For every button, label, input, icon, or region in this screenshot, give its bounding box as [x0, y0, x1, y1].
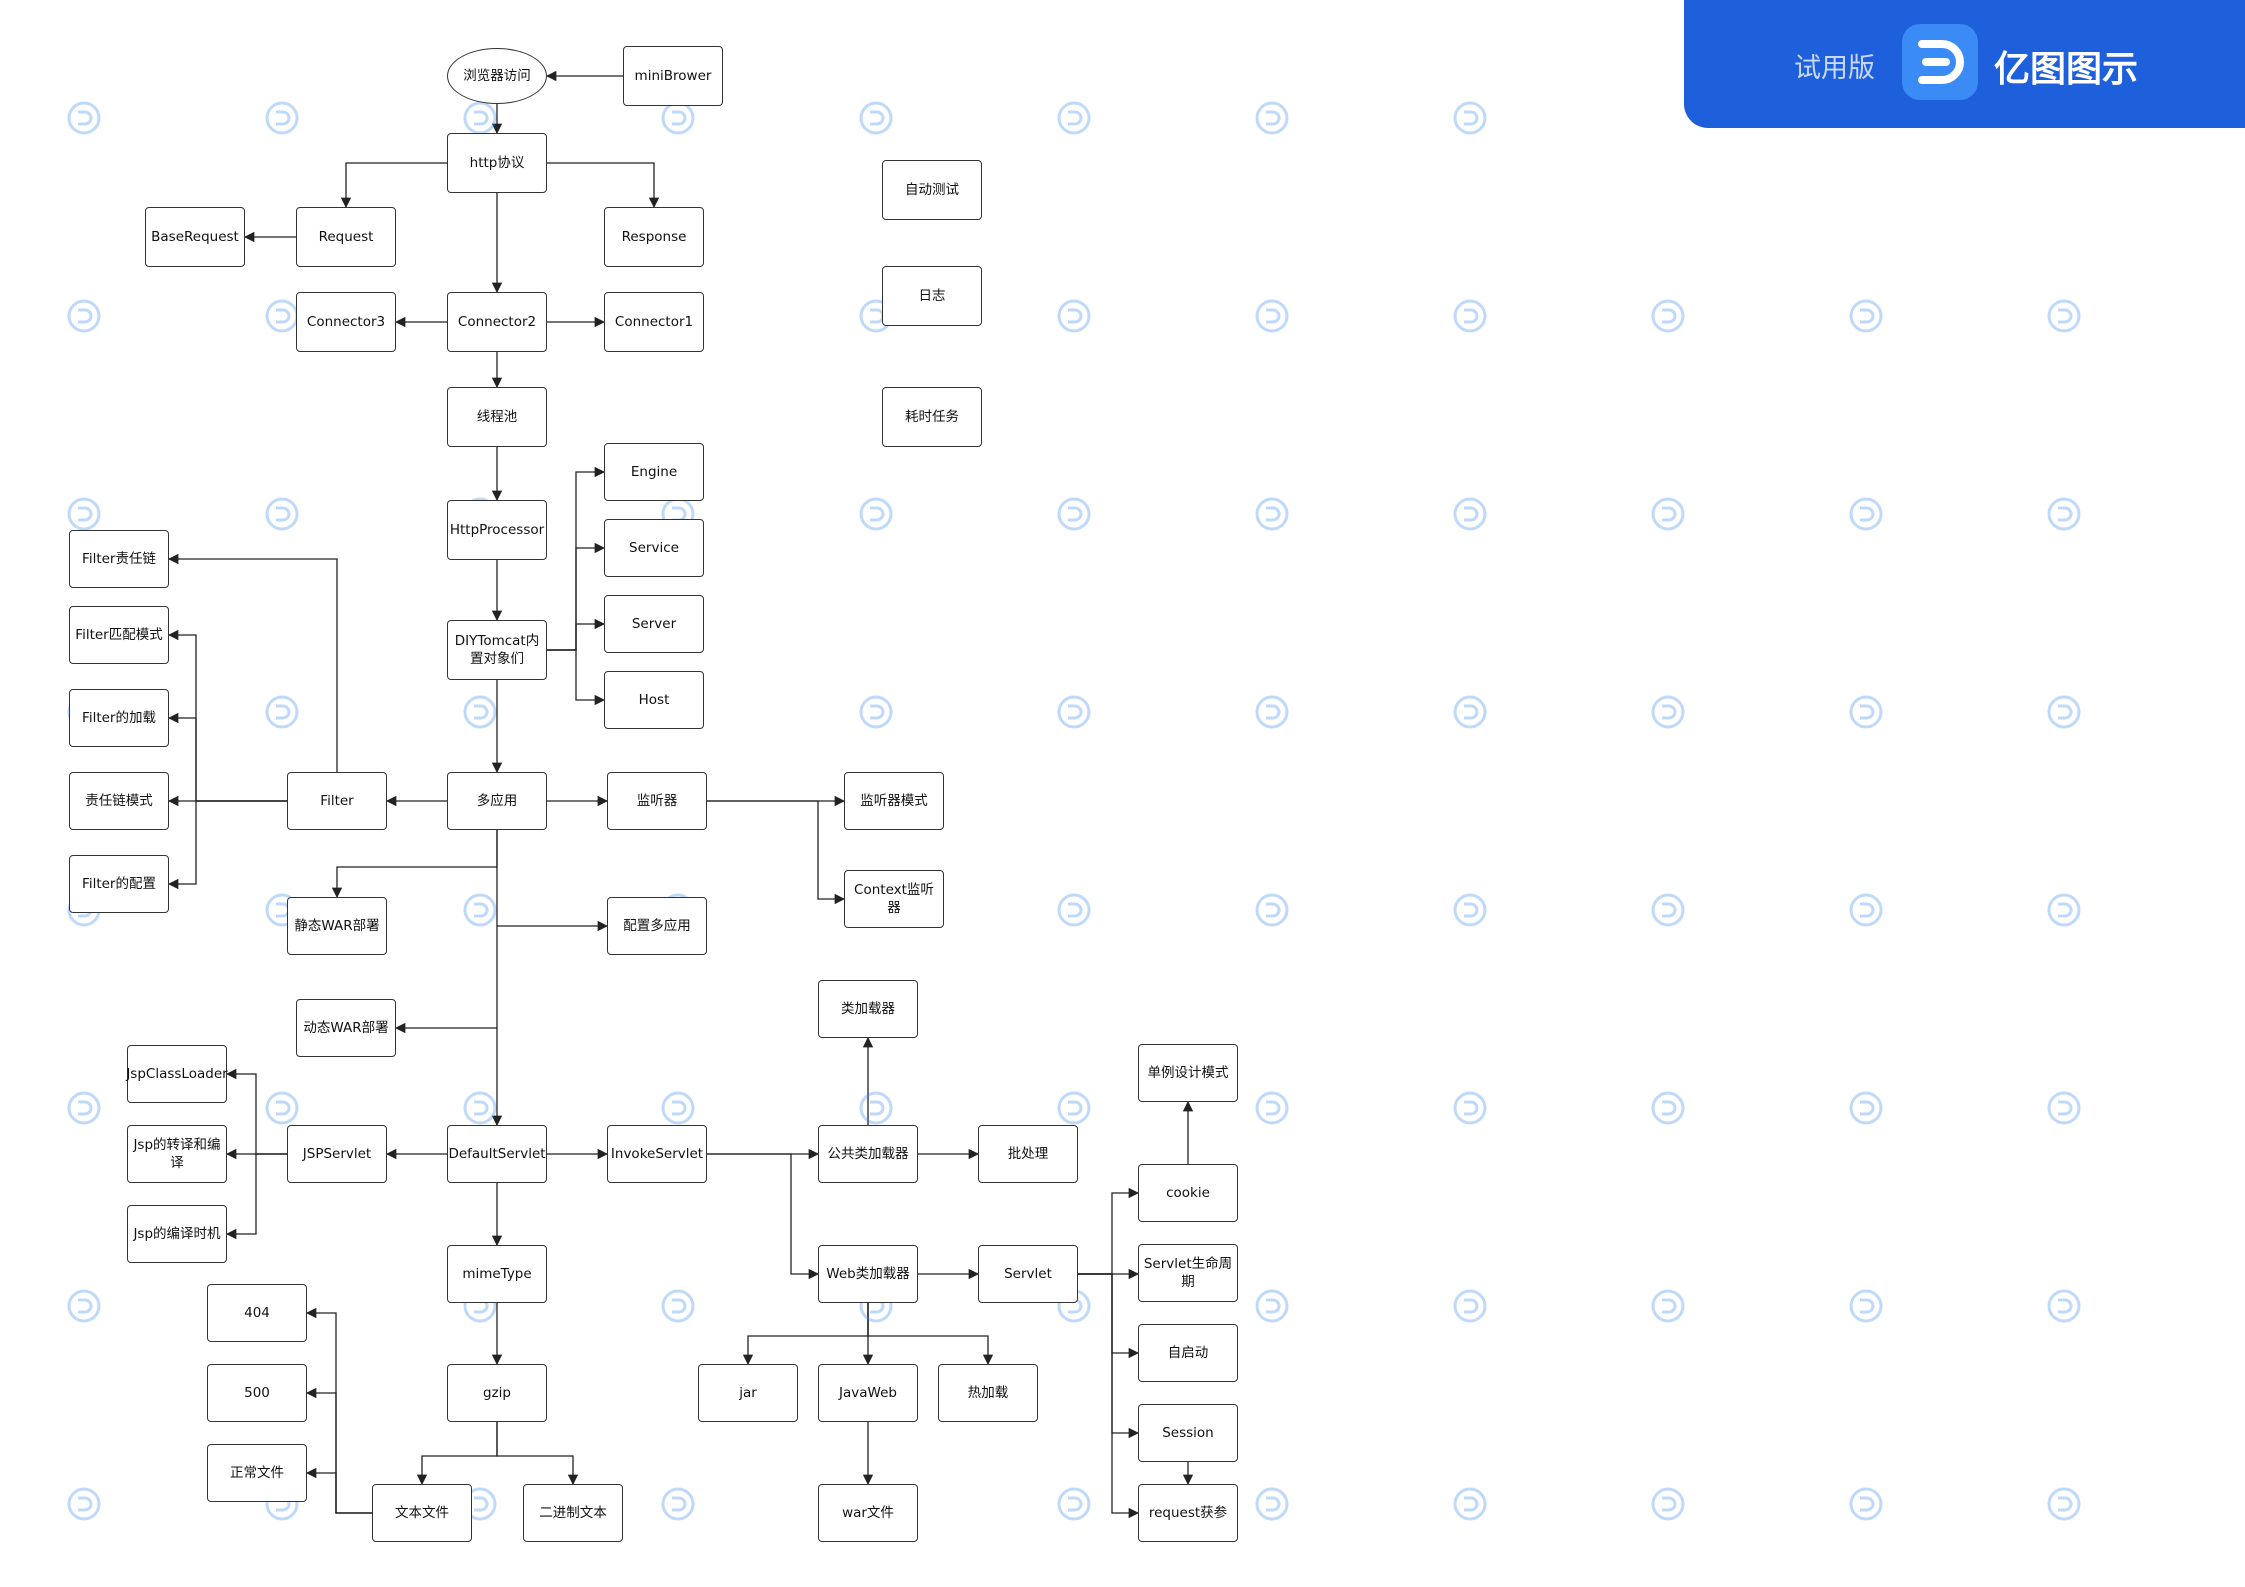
node-dynamicWar[interactable]: 动态WAR部署 [296, 999, 396, 1057]
node-listenerPattern[interactable]: 监听器模式 [844, 772, 944, 830]
node-invokeServlet[interactable]: InvokeServlet [607, 1125, 707, 1183]
edge-textFile-to-normalFile [305, 1467, 372, 1514]
edge-filter-to-filterLoad [167, 712, 287, 802]
node-connector3[interactable]: Connector3 [296, 292, 396, 352]
node-jspTranslate[interactable]: Jsp的转译和编 译 [127, 1125, 227, 1183]
edge-diyTomcat-to-server [547, 618, 606, 651]
edge-http-to-request [340, 162, 447, 209]
node-staticWar[interactable]: 静态WAR部署 [287, 897, 387, 955]
edge-webLoader-to-hotLoad [867, 1303, 994, 1366]
edge-diyTomcat-to-host [547, 649, 606, 706]
node-requestParam[interactable]: request获参 [1138, 1484, 1238, 1542]
edge-textFile-to-e404 [305, 1307, 372, 1514]
node-e404[interactable]: 404 [207, 1284, 307, 1342]
node-javaWeb[interactable]: JavaWeb [818, 1364, 918, 1422]
node-miniBrower[interactable]: miniBrower [623, 46, 723, 106]
node-jspCompileTime[interactable]: Jsp的编译时机 [127, 1205, 227, 1263]
node-diyTomcat[interactable]: DIYTomcat内 置对象们 [447, 620, 547, 680]
edge-jspServlet-to-jspCompileTime [225, 1153, 287, 1240]
edge-filter-to-filterConfig [167, 800, 287, 890]
edge-servlet-to-autoStart [1078, 1273, 1140, 1359]
node-server[interactable]: Server [604, 595, 704, 653]
brand-name: 亿图图示 [1994, 49, 2139, 90]
node-browser[interactable]: 浏览器访问 [447, 48, 547, 104]
node-httpProcessor[interactable]: HttpProcessor [447, 500, 547, 560]
node-binaryText[interactable]: 二进制文本 [523, 1484, 623, 1542]
node-singleton[interactable]: 单例设计模式 [1138, 1044, 1238, 1102]
node-longTask[interactable]: 耗时任务 [882, 387, 982, 447]
edge-gzip-to-binaryText [496, 1422, 579, 1486]
node-filter[interactable]: Filter [287, 772, 387, 830]
node-contextListener[interactable]: Context监听器 [844, 870, 944, 928]
node-filterLoad[interactable]: Filter的加载 [69, 689, 169, 747]
node-request[interactable]: Request [296, 207, 396, 267]
node-webLoader[interactable]: Web类加载器 [818, 1245, 918, 1303]
node-service[interactable]: Service [604, 519, 704, 577]
node-classLoader[interactable]: 类加载器 [818, 980, 918, 1038]
node-e500[interactable]: 500 [207, 1364, 307, 1422]
node-cookie[interactable]: cookie [1138, 1164, 1238, 1222]
edraw-logo-icon [1902, 24, 1978, 100]
node-engine[interactable]: Engine [604, 443, 704, 501]
edge-jspServlet-to-jspClassLoader [225, 1068, 287, 1155]
edge-invokeServlet-to-webLoader [707, 1153, 820, 1280]
node-filterConfig[interactable]: Filter的配置 [69, 855, 169, 913]
edge-textFile-to-e500 [305, 1387, 372, 1514]
node-jspClassLoader[interactable]: JspClassLoader [126, 1045, 228, 1103]
edge-http-to-response [547, 162, 660, 209]
node-host[interactable]: Host [604, 671, 704, 729]
node-connector1[interactable]: Connector1 [604, 292, 704, 352]
edge-servlet-to-cookie [1078, 1187, 1140, 1275]
node-session[interactable]: Session [1138, 1404, 1238, 1462]
node-batch[interactable]: 批处理 [978, 1125, 1078, 1183]
edge-servlet-to-requestParam [1078, 1273, 1140, 1519]
node-threadPool[interactable]: 线程池 [447, 387, 547, 447]
node-autoStart[interactable]: 自启动 [1138, 1324, 1238, 1382]
node-normalFile[interactable]: 正常文件 [207, 1444, 307, 1502]
edge-filter-to-filterChain [167, 553, 338, 772]
diagram-canvas: 浏览器访问 miniBrower http协议 BaseRequest Request R… [0, 0, 2245, 1587]
node-jspServlet[interactable]: JSPServlet [287, 1125, 387, 1183]
node-hotLoad[interactable]: 热加载 [938, 1364, 1038, 1422]
node-filterChain[interactable]: Filter责任链 [69, 530, 169, 588]
node-commonLoader[interactable]: 公共类加载器 [818, 1125, 918, 1183]
node-servletLife[interactable]: Servlet生命周 期 [1138, 1244, 1238, 1302]
node-gzip[interactable]: gzip [447, 1364, 547, 1422]
edge-webLoader-to-jar [742, 1303, 869, 1366]
node-autoTest[interactable]: 自动测试 [882, 160, 982, 220]
node-textFile[interactable]: 文本文件 [372, 1484, 472, 1542]
node-warFile[interactable]: war文件 [818, 1484, 918, 1542]
node-configMulti[interactable]: 配置多应用 [607, 897, 707, 955]
edge-multiApp-to-staticWar [331, 830, 498, 899]
node-http[interactable]: http协议 [447, 133, 547, 193]
node-servlet[interactable]: Servlet [978, 1245, 1078, 1303]
node-jar[interactable]: jar [698, 1364, 798, 1422]
edge-listener-to-contextListener [707, 800, 846, 905]
edge-gzip-to-textFile [416, 1422, 498, 1486]
node-mimeType[interactable]: mimeType [447, 1245, 547, 1303]
node-defaultServlet[interactable]: DefaultServlet [447, 1125, 547, 1183]
node-listener[interactable]: 监听器 [607, 772, 707, 830]
node-baseRequest[interactable]: BaseRequest [145, 207, 245, 267]
node-filterMatch[interactable]: Filter匹配模式 [69, 606, 169, 664]
node-chainPattern[interactable]: 责任链模式 [69, 772, 169, 830]
node-log[interactable]: 日志 [882, 266, 982, 326]
trial-banner[interactable]: 试用版 亿图图示 [1684, 0, 2245, 128]
node-connector2[interactable]: Connector2 [447, 292, 547, 352]
node-multiApp[interactable]: 多应用 [447, 772, 547, 830]
trial-label: 试用版 [1794, 53, 1875, 84]
node-response[interactable]: Response [604, 207, 704, 267]
